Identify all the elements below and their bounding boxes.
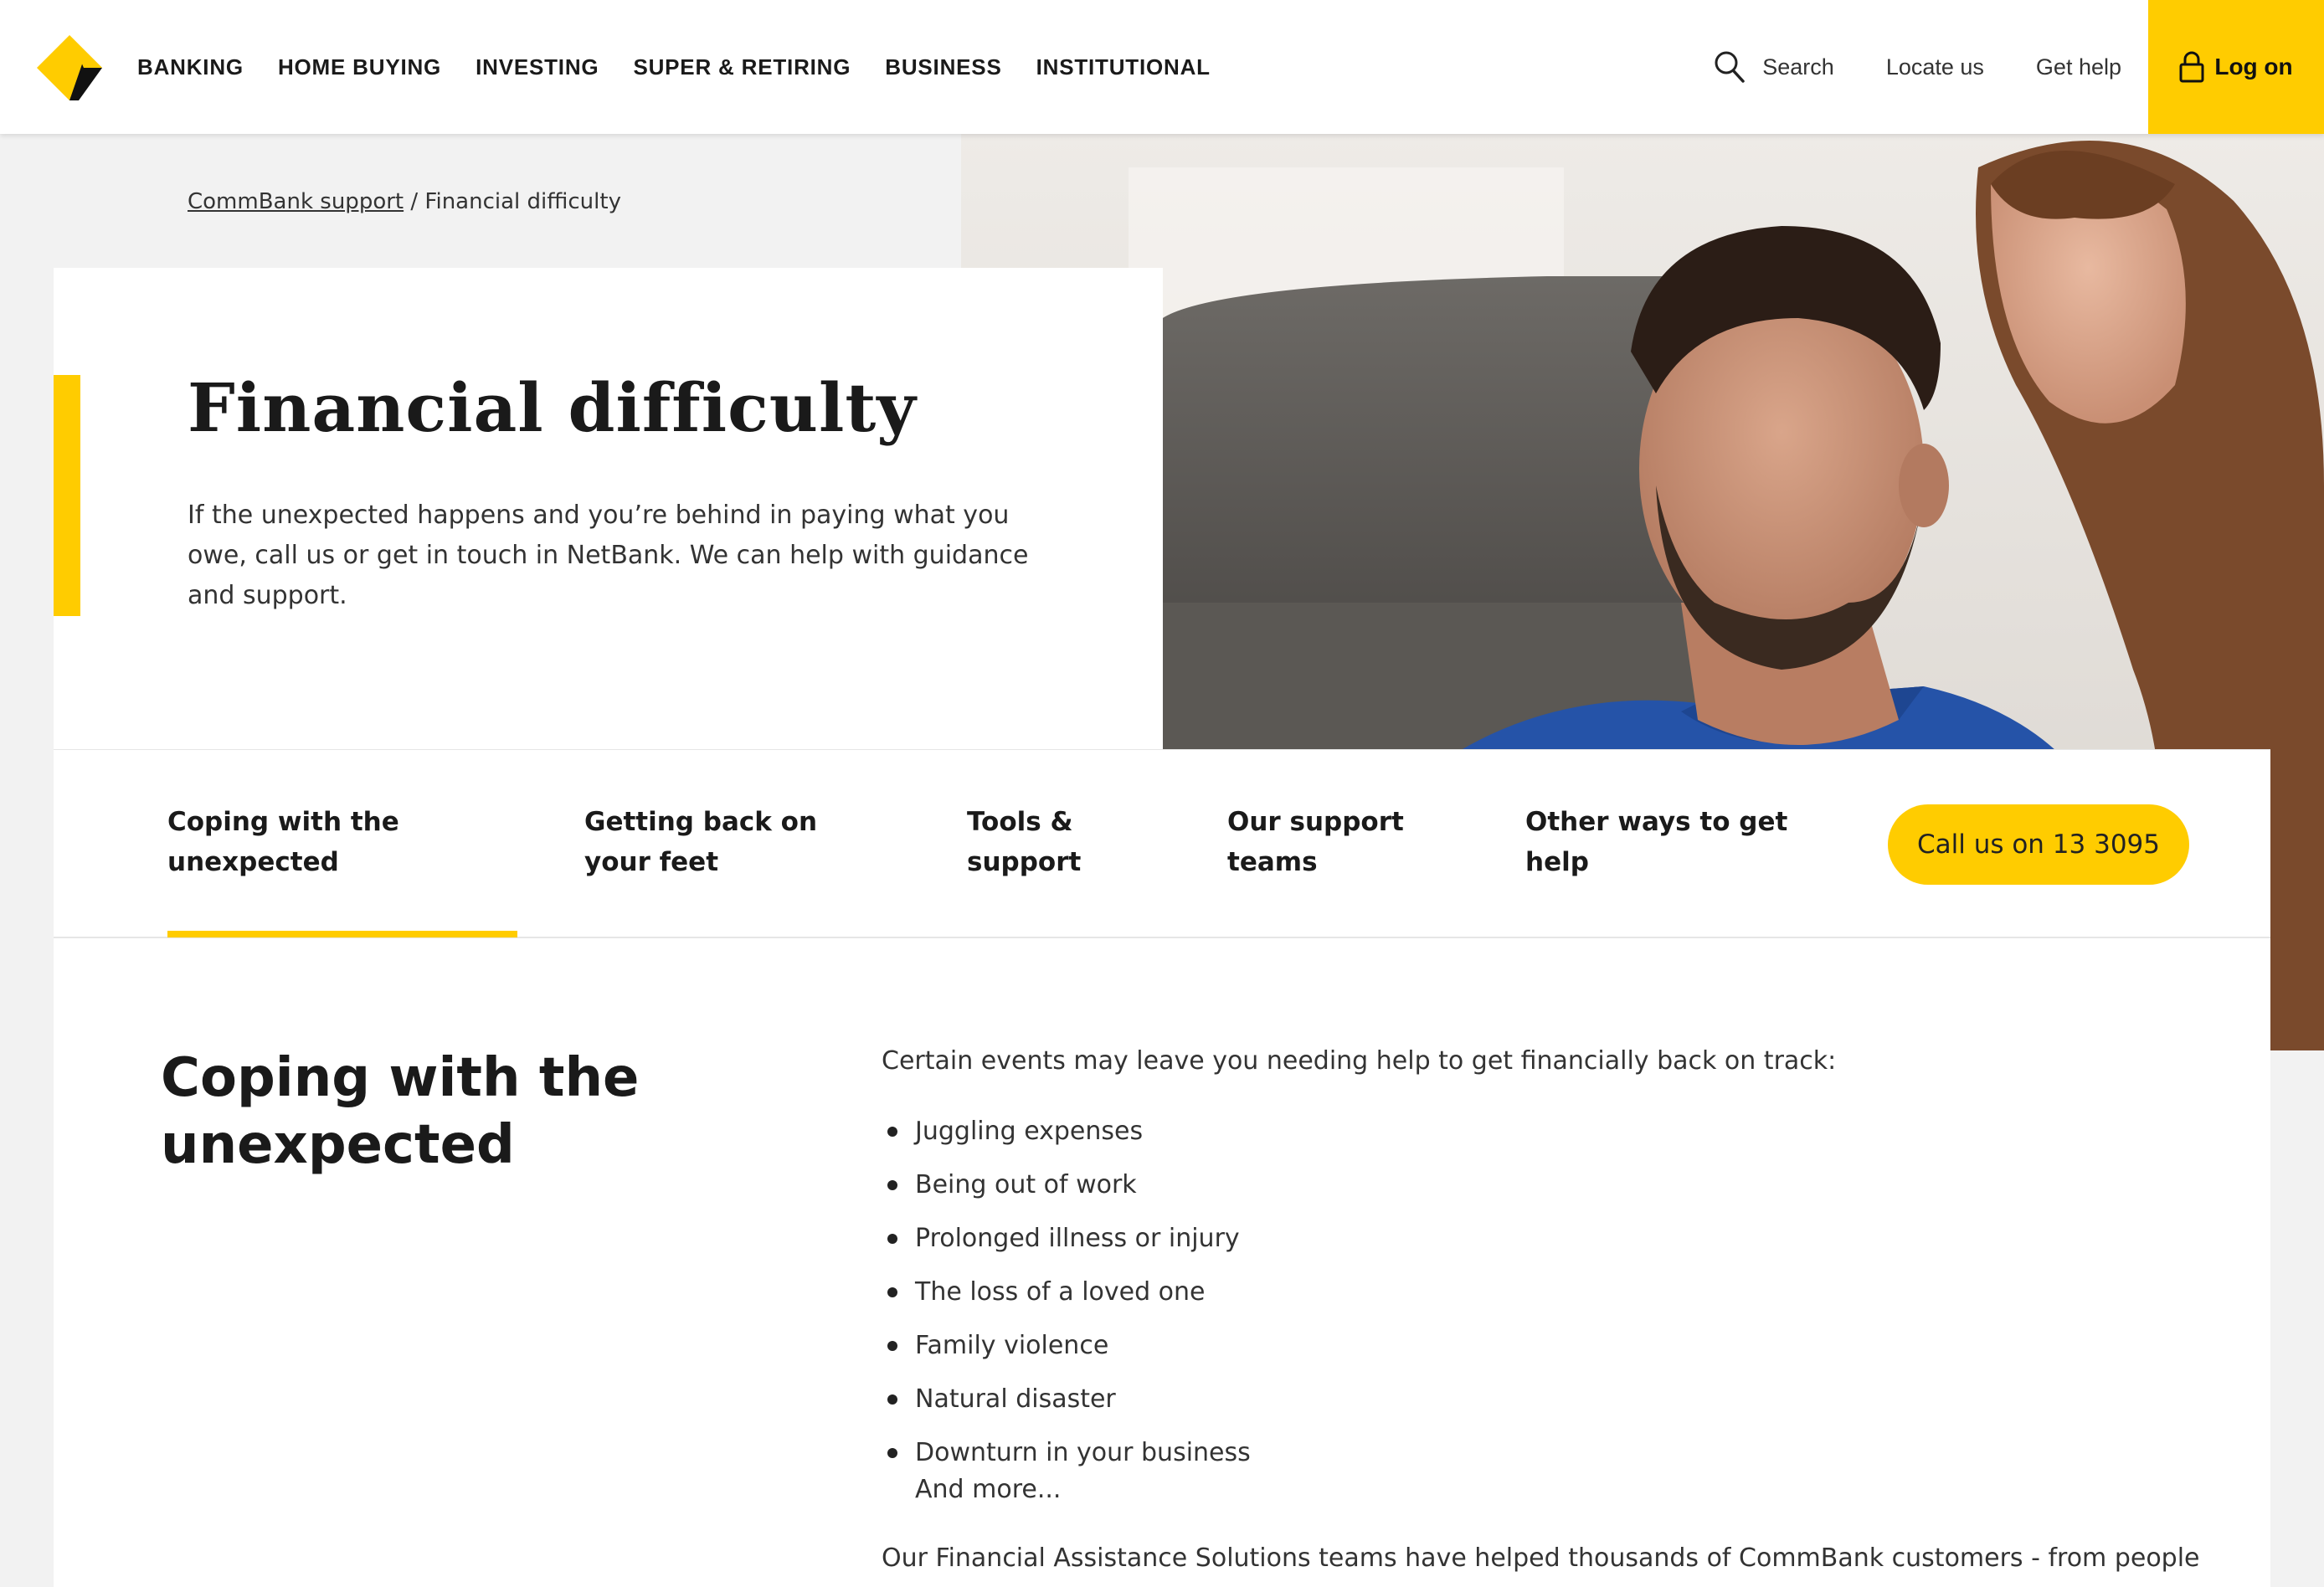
tab-our-support-teams[interactable]: Our support teams — [1227, 802, 1420, 882]
log-on-label: Log on — [2214, 54, 2293, 80]
list-item: Prolonged illness or injury — [887, 1220, 1251, 1274]
bullet-icon — [887, 1448, 897, 1458]
list-more-text: And more... — [915, 1475, 1062, 1504]
tab-other-ways-to-get-help[interactable]: Other ways to get help — [1525, 802, 1810, 882]
section-intro: Certain events may leave you needing hel… — [882, 1046, 1837, 1076]
section-title: Coping with the unexpected — [161, 1047, 640, 1176]
list-item: Being out of work — [887, 1167, 1251, 1220]
hero-description: If the unexpected happens and you’re beh… — [188, 501, 1029, 610]
log-on-button[interactable]: Log on — [2148, 0, 2324, 134]
search-label: Search — [1762, 54, 1834, 80]
bullet-icon — [887, 1180, 897, 1190]
utility-navigation: Search Locate us Get help Log on — [1714, 0, 2324, 134]
tab-getting-back-on-your-feet[interactable]: Getting back on your feet — [584, 802, 886, 882]
bullet-icon — [887, 1234, 897, 1244]
site-header: BANKING HOME BUYING INVESTING SUPER & RE… — [0, 0, 2324, 134]
list-item: Natural disaster — [887, 1381, 1251, 1435]
hero-accent-bar — [54, 375, 80, 616]
lock-icon — [2179, 51, 2204, 83]
tab-tools-and-support[interactable]: Tools & support — [967, 802, 1134, 882]
page-title: Financial difficulty — [188, 368, 917, 447]
active-tab-indicator — [167, 931, 517, 937]
nav-super-retiring[interactable]: SUPER & RETIRING — [633, 54, 851, 80]
list-item: Family violence — [887, 1328, 1251, 1381]
bullet-icon — [887, 1287, 897, 1297]
breadcrumb: CommBank support / Financial difficulty — [188, 189, 621, 214]
commbank-logo-icon[interactable] — [35, 33, 104, 102]
nav-investing[interactable]: INVESTING — [476, 54, 599, 80]
search-icon — [1715, 51, 1746, 83]
tab-coping-with-the-unexpected[interactable]: Coping with the unexpected — [167, 802, 410, 882]
breadcrumb-commbank-support[interactable]: CommBank support — [188, 189, 404, 214]
bullet-icon — [887, 1341, 897, 1351]
get-help-link[interactable]: Get help — [2036, 54, 2121, 80]
events-list: Juggling expenses Being out of work Prol… — [887, 1113, 1251, 1488]
nav-institutional[interactable]: INSTITUTIONAL — [1036, 54, 1211, 80]
nav-banking[interactable]: BANKING — [137, 54, 244, 80]
main-navigation: BANKING HOME BUYING INVESTING SUPER & RE… — [137, 0, 1211, 134]
bullet-icon — [887, 1394, 897, 1405]
breadcrumb-separator: / — [404, 189, 425, 214]
call-us-button[interactable]: Call us on 13 3095 — [1888, 804, 2189, 885]
list-item: Juggling expenses — [887, 1113, 1251, 1167]
nav-home-buying[interactable]: HOME BUYING — [278, 54, 441, 80]
bullet-icon — [887, 1127, 897, 1137]
nav-business[interactable]: BUSINESS — [885, 54, 1001, 80]
section-paragraph: Our Financial Assistance Solutions teams… — [882, 1543, 2200, 1573]
section-tabs: Coping with the unexpected Getting back … — [54, 749, 2270, 938]
breadcrumb-current: Financial difficulty — [424, 189, 621, 214]
locate-us-link[interactable]: Locate us — [1886, 54, 1984, 80]
search-link[interactable]: Search — [1714, 50, 1834, 84]
list-item: The loss of a loved one — [887, 1274, 1251, 1328]
